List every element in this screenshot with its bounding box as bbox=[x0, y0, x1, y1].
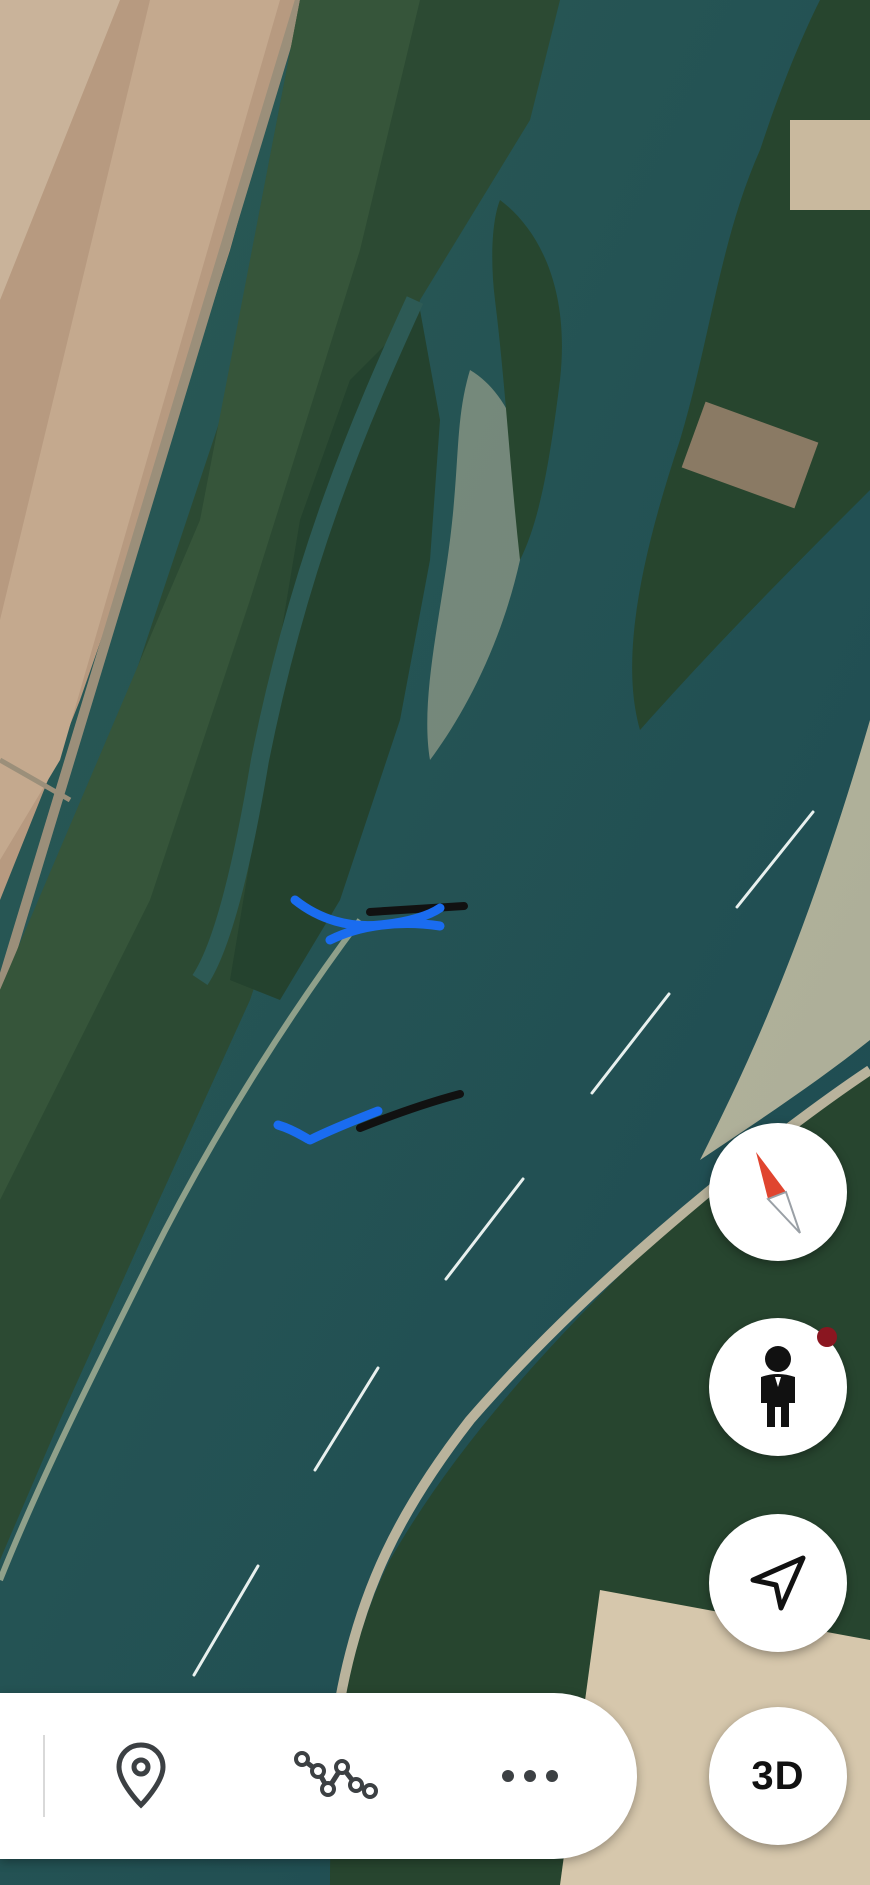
pegman-icon bbox=[761, 1346, 795, 1427]
field-top-right bbox=[790, 120, 870, 210]
more-options-icon bbox=[502, 1770, 558, 1782]
more-options-button[interactable] bbox=[480, 1726, 580, 1826]
my-location-button[interactable] bbox=[709, 1514, 847, 1652]
draw-path-icon bbox=[294, 1751, 378, 1799]
compass-button[interactable] bbox=[709, 1123, 847, 1261]
toolbar-divider bbox=[43, 1735, 45, 1817]
add-placemark-icon bbox=[116, 1742, 166, 1809]
add-placemark-button[interactable] bbox=[91, 1726, 191, 1826]
bottom-toolbar bbox=[0, 1693, 637, 1859]
navigation-arrow-icon bbox=[750, 1555, 806, 1611]
compass-icon bbox=[756, 1152, 801, 1234]
3d-label: 3D bbox=[751, 1753, 805, 1798]
3d-toggle-button[interactable]: 3D bbox=[709, 1707, 847, 1845]
draw-path-button[interactable] bbox=[286, 1726, 386, 1826]
street-view-badge bbox=[817, 1327, 837, 1347]
